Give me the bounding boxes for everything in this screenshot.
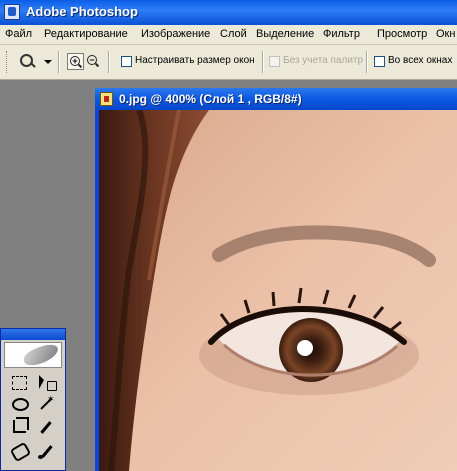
document-title-bar[interactable]: 0.jpg @ 400% (Слой 1 , RGB/8#)	[95, 88, 457, 110]
feather-icon[interactable]	[4, 341, 62, 369]
menu-file[interactable]: Файл	[5, 28, 32, 40]
photo-eye-closeup	[99, 110, 457, 471]
menu-edit[interactable]: Редактирование	[44, 28, 128, 40]
app-title: Adobe Photoshop	[26, 4, 138, 19]
move-icon[interactable]	[35, 373, 57, 393]
photoshop-icon	[4, 4, 20, 20]
ignore-palettes-label: Без учета палитр	[283, 55, 364, 66]
toolbox-panel: ✶	[0, 328, 66, 471]
brush-icon[interactable]	[35, 441, 57, 461]
zoom-icon[interactable]	[16, 52, 42, 72]
zoom-out-button[interactable]: −	[85, 53, 102, 70]
slice-icon[interactable]	[35, 417, 57, 437]
menu-select[interactable]: Выделение	[256, 28, 314, 40]
document-icon	[100, 92, 113, 106]
marquee-icon[interactable]	[9, 373, 31, 393]
healing-brush-icon[interactable]	[9, 441, 32, 463]
options-grip[interactable]	[6, 51, 10, 73]
resize-windows-checkbox[interactable]	[121, 56, 132, 67]
separator	[366, 51, 368, 73]
menu-image[interactable]: Изображение	[141, 28, 210, 40]
menu-view[interactable]: Просмотр	[377, 28, 427, 40]
resize-windows-label: Настраивать размер окон	[135, 55, 255, 66]
zoom-in-button[interactable]: +	[67, 53, 84, 70]
menu-bar: Файл Редактирование Изображение Слой Выд…	[0, 25, 457, 45]
menu-filter[interactable]: Фильтр	[323, 28, 360, 40]
all-windows-checkbox[interactable]	[374, 56, 385, 67]
separator	[262, 51, 264, 73]
chevron-down-icon[interactable]	[44, 60, 52, 64]
options-bar: + − Настраивать размер окон Без учета па…	[0, 45, 457, 80]
app-title-bar: Adobe Photoshop	[0, 0, 457, 25]
image-canvas[interactable]	[99, 110, 457, 471]
magic-wand-icon[interactable]: ✶	[35, 395, 57, 415]
toolbox-title-bar[interactable]	[1, 329, 65, 340]
separator	[108, 51, 110, 73]
ignore-palettes-checkbox[interactable]	[269, 56, 280, 67]
document-title: 0.jpg @ 400% (Слой 1 , RGB/8#)	[119, 92, 302, 106]
menu-window[interactable]: Окн	[436, 28, 455, 40]
separator	[58, 51, 60, 73]
menu-layer[interactable]: Слой	[220, 28, 247, 40]
all-windows-label: Во всех окнах	[388, 55, 453, 66]
crop-icon[interactable]	[9, 417, 31, 437]
lasso-icon[interactable]	[9, 395, 31, 415]
